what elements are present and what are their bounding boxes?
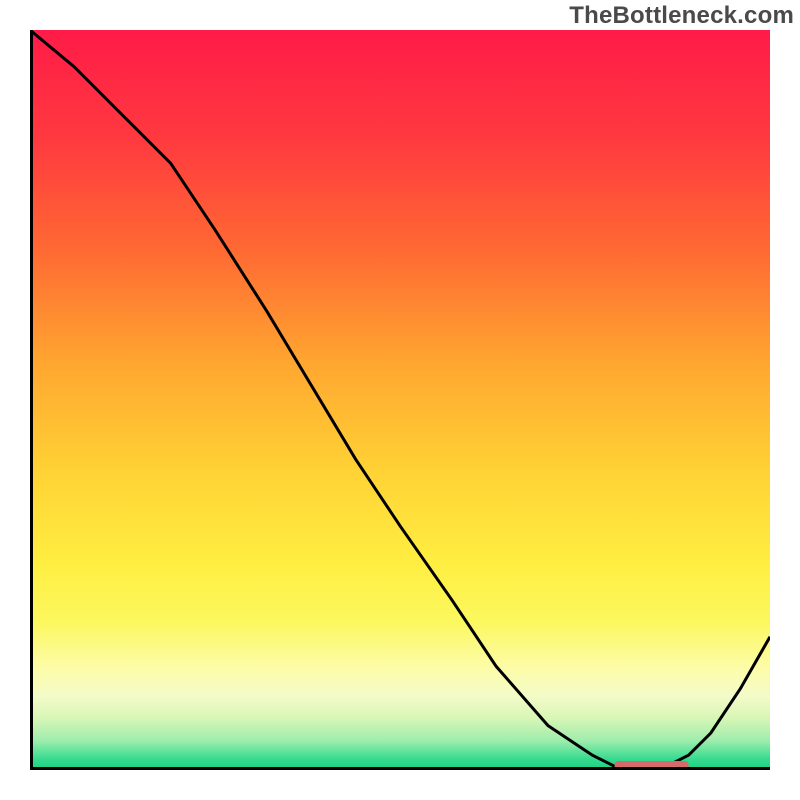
plot-area — [30, 30, 770, 770]
watermark-text: TheBottleneck.com — [569, 2, 794, 30]
gradient-background — [30, 30, 770, 770]
chart-svg — [30, 30, 770, 770]
chart-stage: TheBottleneck.com — [0, 0, 800, 800]
